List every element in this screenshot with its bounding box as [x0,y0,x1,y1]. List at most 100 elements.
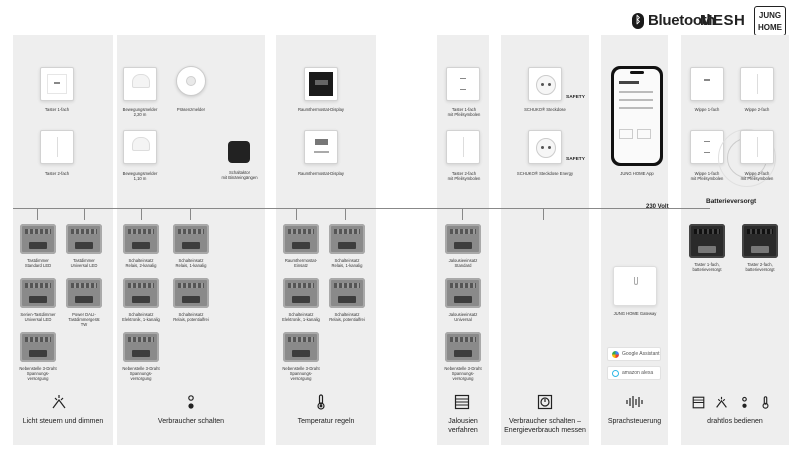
label-thermostat-1: Raumthermostat-Display [297,107,345,112]
wireless-switch-icon [742,396,747,408]
blinds-icon [454,394,470,410]
raumthermostat-einsatz [283,224,319,254]
wireless-dimmer-icon [716,396,727,408]
label-schalt-elektronik: Schalteinsatz Elektronik, 1-kanalig [122,312,160,323]
wippe-2fach-pfeil [740,130,774,164]
label-jalousie-std: Jalousieeinsatz Standard [448,258,478,269]
taster-1fach-pfeil [446,67,480,101]
schuko-steckdose-energy [528,130,562,164]
category-jalousien: Jalousien verfahren [448,418,478,434]
schuko-steckdose [528,67,562,101]
label-thermostat-2: Raumthermostat-Display [297,171,345,176]
schalteinsatz-relais-1k-temp [329,224,365,254]
category-licht: Licht steuern und dimmen [22,418,104,425]
safety-plus-badge-2: SAFETY [566,157,585,162]
safety-plus-badge-1: SAFETY [566,95,585,100]
nebenstelle-jalousie [445,332,481,362]
category-sprach: Sprachsteuerung [607,418,662,425]
serien-tastdimmer [20,278,56,308]
alexa-icon [612,370,619,377]
nebenstelle-licht [20,332,56,362]
schalteinsatz-potentialfrei [173,278,209,308]
dimmer-light-icon [52,395,66,409]
drop-7 [462,208,463,220]
schalteinsatz-relais-1k [173,224,209,254]
praesenzmelder [176,66,206,96]
label-wippe-2-pfeil: Wippe 2-fach mit Pfeilsymbolen [740,171,774,182]
brand-line1: JUNG [758,11,782,20]
smartphone-app [611,66,663,166]
taster-2fach-pfeil [446,130,480,164]
bus-line [13,208,710,209]
energy-socket-icon [537,394,553,410]
power-dali [66,278,102,308]
schalteinsatz-relais-2k [123,224,159,254]
jalousieeinsatz-universal [445,278,481,308]
label-raumthermostat-einsatz: Raumthermostat- Einsatz [284,258,318,269]
mesh-logo: MESH [700,12,746,29]
label-schalt-relais-2: Schalteinsatz Relais, 2-kanalig [125,258,157,269]
drop-8 [543,208,544,220]
schaltaktor-binaer [228,141,250,163]
label-tastdimmer-std: Tastdimmer Standard LED [24,258,52,269]
brand-line2: HOME [758,23,782,32]
taster-2fach-batterie [742,224,778,258]
label-taster-2-batt: Taster 2-fach, batterieversorgt [745,262,775,273]
label-praesenz: Präsenzmelder [176,107,206,112]
voice-wave-icon [626,396,643,408]
amazon-alexa-badge: amazon alexa [607,366,661,380]
taster-1fach-batterie [689,224,725,258]
label-bewegung-220: Bewegungsmelder 2,20 m [122,107,158,118]
category-verbraucher: Verbraucher schalten [157,418,225,425]
taster-1fach [40,67,74,101]
wireless-thermometer-icon [762,396,769,409]
drop-6 [345,208,346,220]
category-temperatur: Temperatur regeln [297,418,355,425]
raumthermostat-display-black [304,67,338,101]
jung-home-gateway [613,266,657,306]
wireless-blinds-icon [692,396,705,409]
label-schuko: SCHUKO® Steckdose [524,107,566,112]
category-drahtlos: drahtlos bedienen [707,418,763,425]
label-taster-2-pfeil: Taster 2-fach mit Pfeilsymbolen [447,171,481,182]
nebenstelle-verbraucher [123,332,159,362]
google-assistant-badge: Google Assistant [607,347,661,361]
voltage-label: 230 Volt [646,204,669,210]
label-schuko-energy: SCHUKO® Steckdose Energy [516,171,574,176]
label-taster-1: Taster 1-fach [44,107,70,112]
label-schaltaktor-binaer: Schaltaktor mit Binäreingängen [221,170,258,181]
google-assistant-icon [612,351,619,358]
raumthermostat-display-white [304,130,338,164]
label-app: JUNG HOME App [620,171,654,176]
drop-3 [141,208,142,220]
label-taster-1-pfeil: Taster 1-fach mit Pfeilsymbolen [447,107,481,118]
schalteinsatz-potentialfrei-temp [329,278,365,308]
label-nebenstelle-2: Nebenstelle 3-Draht Spannungs- versorgun… [122,366,160,382]
alexa-label: amazon alexa [622,370,654,376]
label-nebenstelle-1: Nebenstelle 3-Draht Spannungs- versorgun… [19,366,57,382]
label-schalt-relais-1b: Schalteinsatz Relais, 1-kanalig [331,258,363,269]
schalteinsatz-elektronik [123,278,159,308]
nebenstelle-temperatur [283,332,319,362]
tastdimmer-standard [20,224,56,254]
wippe-1fach [690,67,724,101]
switch-toggle-icon [188,395,194,409]
thermometer-icon [317,394,325,410]
bluetooth-icon: ᛒ [632,12,644,29]
drop-5 [296,208,297,220]
drop-1 [37,208,38,220]
label-jalousie-uni: Jalousieeinsatz Universal [448,312,478,323]
tastdimmer-universal [66,224,102,254]
bewegungsmelder-220 [123,67,157,101]
label-gateway: JUNG HOME Gateway [613,311,657,316]
batterie-label: Batterieversorgt [706,198,757,205]
label-taster-1-batt: Taster 1-fach, batterieversorgt [692,262,722,273]
label-schalt-relais-1: Schalteinsatz Relais, 1-kanalig [175,258,207,269]
jalousieeinsatz-standard [445,224,481,254]
label-schalt-potfrei: Schalteinsatz Relais, potentialfrei [173,312,209,323]
label-nebenstelle-4: Nebenstelle 3-Draht Spannungs- versorgun… [444,366,482,382]
drop-4 [190,208,191,220]
label-nebenstelle-3: Nebenstelle 3-Draht Spannungs- versorgun… [282,366,320,382]
schalteinsatz-elektronik-temp [283,278,319,308]
bewegungsmelder-110 [123,130,157,164]
